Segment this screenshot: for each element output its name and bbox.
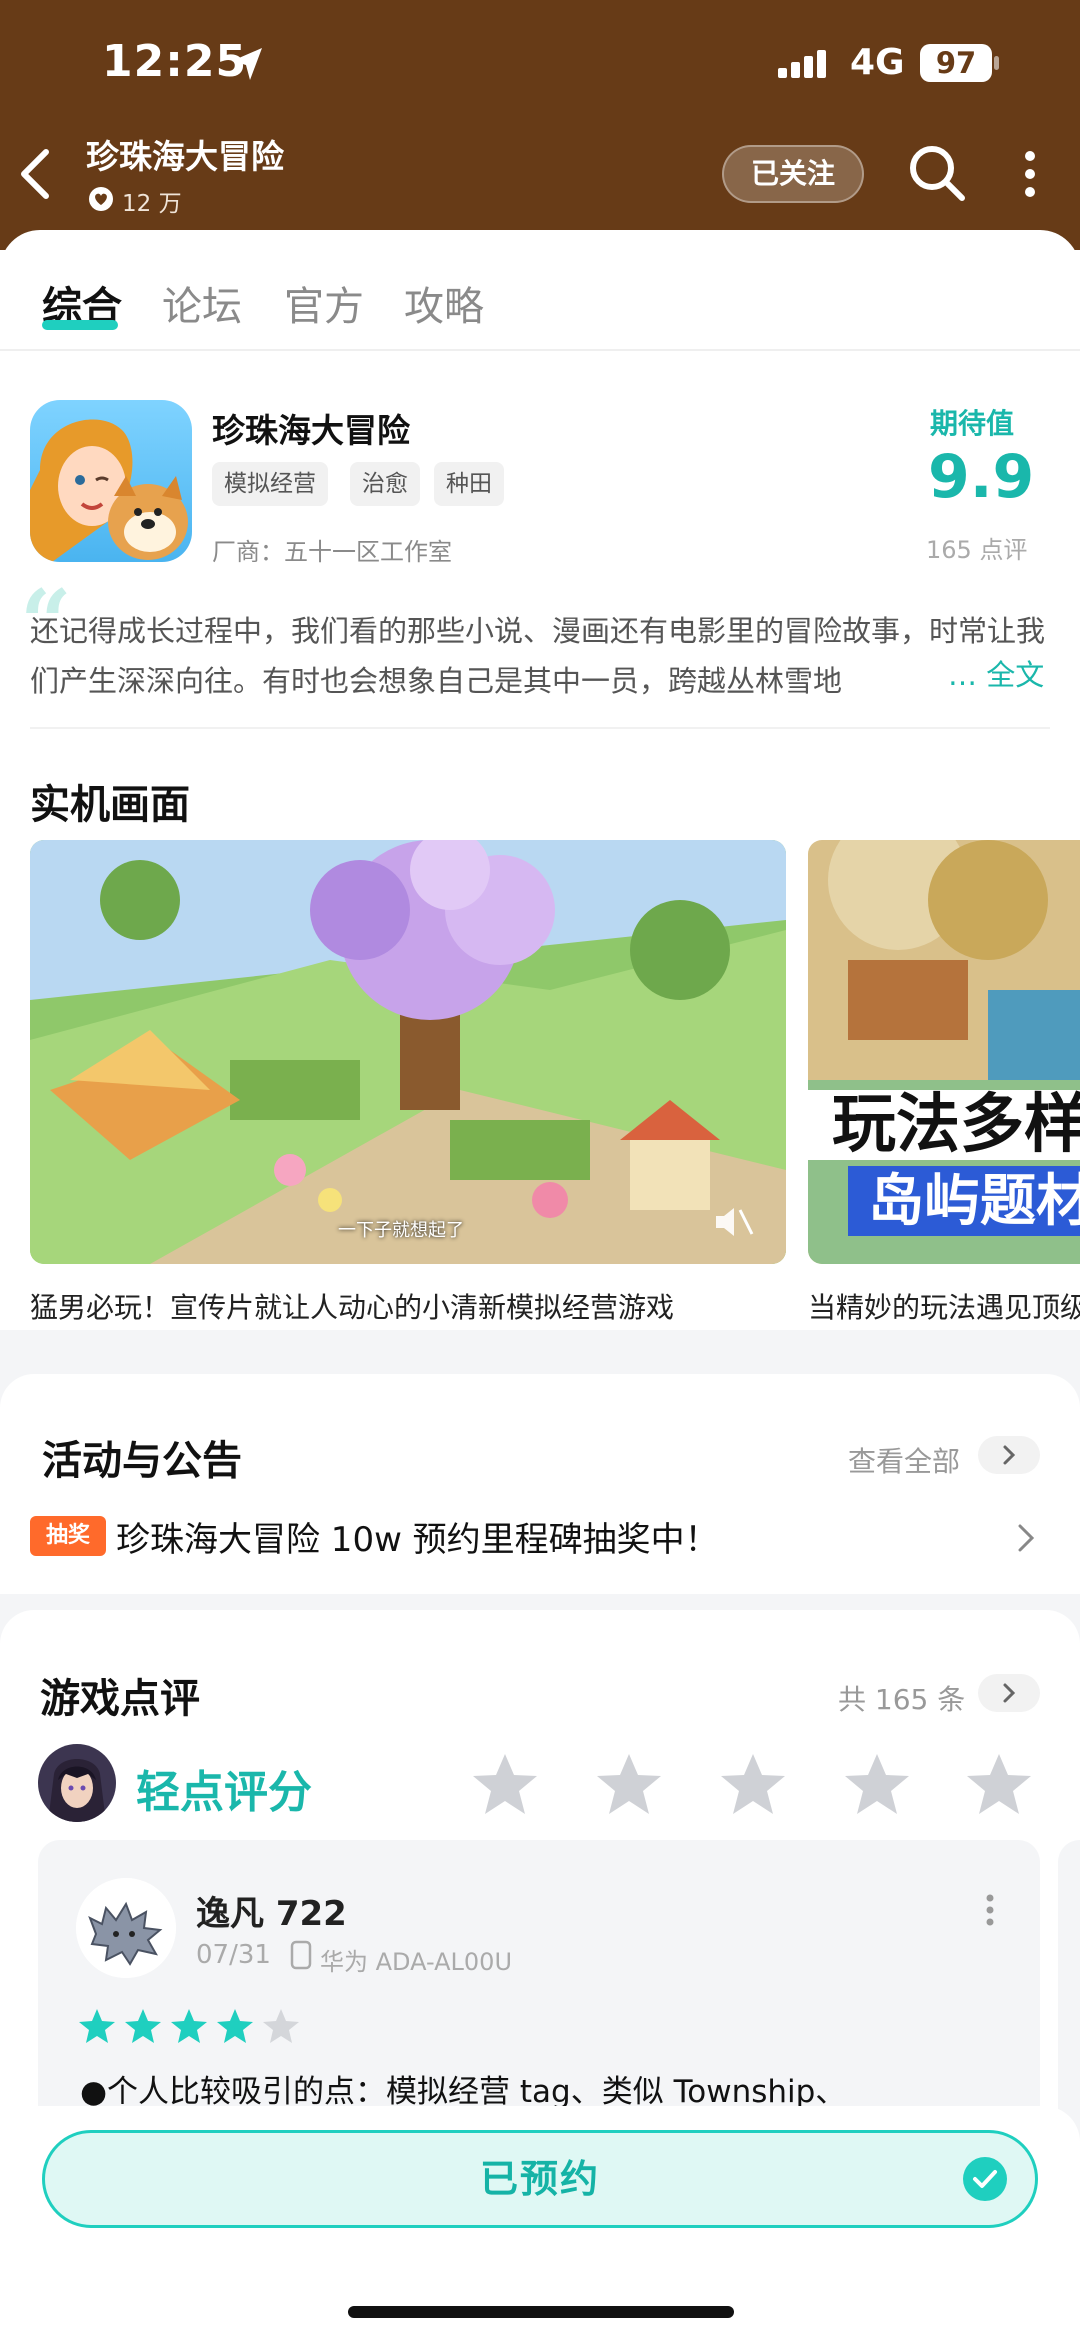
star-icon [125,2009,161,2043]
star-icon-rate-4[interactable] [844,1752,910,1816]
home-indicator[interactable] [348,2306,734,2318]
screenshot-video-1[interactable] [30,840,786,1264]
lottery-badge: 抽奖 [30,1516,106,1556]
screenshot-caption-1[interactable]: 猛男必玩！宣传片就让人动心的小清新模拟经营游戏 [30,1286,674,1326]
heart-icon [89,187,113,211]
game-icon [30,400,192,562]
game-name: 珍珠海大冒险 [212,411,410,450]
rating-value: 9.9 [928,442,1035,512]
follower-count: 12 万 [122,191,182,217]
review-device: 华为 ADA-AL00U [320,1948,513,1976]
tab-forum[interactable]: 论坛 [162,274,242,332]
reviewer-avatar[interactable] [76,1878,176,1978]
tag-farming[interactable]: 种田 [434,462,504,506]
rating-count: 165 点评 [926,536,1028,564]
screenshot-overlay-text-1: 玩法多样 [832,1088,1080,1162]
events-view-all[interactable]: 查看全部 [848,1440,960,1480]
chevron-right-icon[interactable] [1016,1522,1036,1554]
chevron-right-icon [1003,1445,1016,1465]
more-icon[interactable] [1016,146,1044,202]
star-icon-rate-1[interactable] [472,1752,538,1816]
rating-label: 期待值 [930,407,1015,440]
game-description[interactable]: 还记得成长过程中，我们看的那些小说、漫画还有电影里的冒险故事，时常让我们产生深深… [30,606,1050,706]
events-title: 活动与公告 [42,1438,242,1484]
reserved-button[interactable]: 已预约 [42,2130,1038,2228]
user-avatar[interactable] [38,1744,116,1822]
developer-label[interactable]: 厂商：五十一区工作室 [212,532,452,567]
network-label: 4G [850,42,905,83]
header-title: 珍珠海大冒险 [86,137,284,176]
review-text[interactable]: ●个人比较吸引的点：模拟经营 tag、类似 Township、 [80,2066,846,2111]
star-icon [217,2009,253,2043]
signal-icon [778,50,826,78]
screenshot-overlay-text-2: 岛屿题材 [868,1169,1080,1234]
star-icon [263,2009,299,2043]
review-date: 07/31 [196,1940,271,1970]
tag-simulation[interactable]: 模拟经营 [212,462,328,506]
star-icon [171,2009,207,2043]
check-circle-icon [963,2157,1007,2201]
chevron-right-icon [1003,1683,1016,1703]
reviewer-name[interactable]: 逸凡 722 [196,1886,347,1935]
screenshot-subtitle: 一下子就想起了 [338,1220,464,1241]
search-icon[interactable] [906,142,968,204]
reviews-count[interactable]: 共 165 条 [838,1678,965,1718]
battery-indicator: 97 [920,44,992,82]
tab-bar: 综合 论坛 官方 攻略 [0,230,1080,350]
read-more-link[interactable]: … 全文 [942,652,1045,694]
header-bar: 12:25 4G 97 珍珠海大冒险 12 万 已关注 [0,0,1080,250]
reviews-view-all-button[interactable] [978,1674,1040,1712]
events-view-all-button[interactable] [978,1436,1040,1474]
follow-button[interactable]: 已关注 [722,145,864,203]
tap-to-rate-label: 轻点评分 [136,1767,312,1818]
tag-healing[interactable]: 治愈 [350,462,420,506]
star-icon-rate-3[interactable] [720,1752,786,1816]
description-divider [30,727,1050,729]
tab-official[interactable]: 官方 [284,274,364,332]
phone-icon [290,1940,312,1970]
screenshots-title: 实机画面 [30,782,190,828]
tab-guide[interactable]: 攻略 [404,274,484,332]
screenshot-video-2[interactable]: 玩法多样 岛屿题材 [808,840,1080,1264]
back-icon[interactable] [14,146,56,202]
reviews-title: 游戏点评 [40,1676,200,1722]
mute-icon[interactable] [712,1202,756,1242]
screenshot-caption-2[interactable]: 当精妙的玩法遇见顶级 [808,1286,1080,1326]
event-item-text[interactable]: 珍珠海大冒险 10w 预约里程碑抽奖中！ [116,1512,719,1561]
battery-nub [994,56,999,70]
star-icon-rate-2[interactable] [596,1752,662,1816]
status-time: 12:25 [102,36,248,87]
star-icon [79,2009,115,2043]
star-icon-rate-5[interactable] [966,1752,1032,1816]
tabs-divider [0,349,1080,351]
review-more-icon[interactable] [984,1890,996,1930]
location-arrow-icon [232,48,262,80]
active-tab-underline [42,320,118,330]
